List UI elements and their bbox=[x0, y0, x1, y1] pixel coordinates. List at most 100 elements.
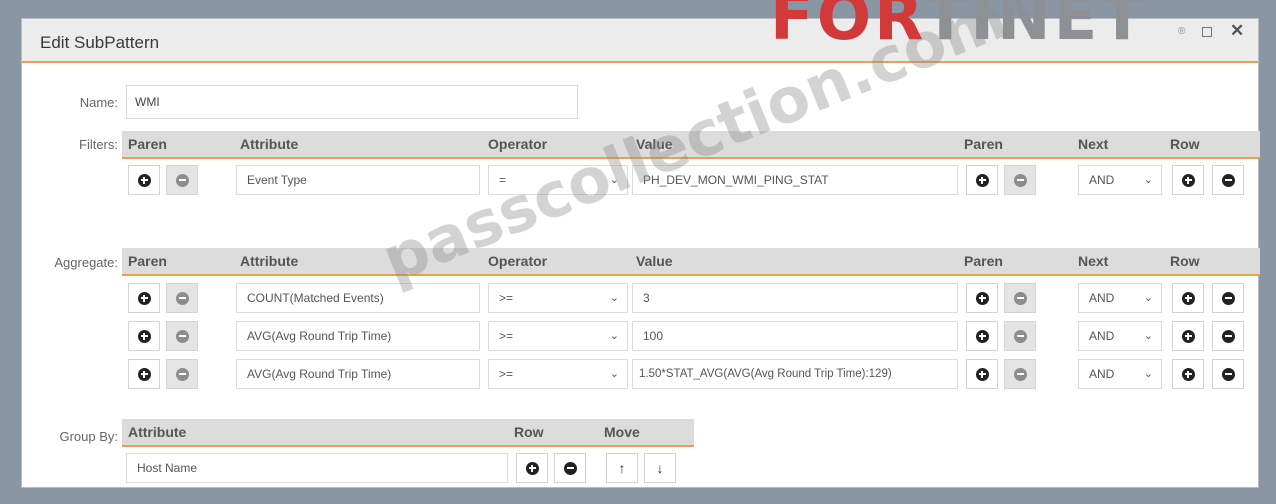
minus-icon bbox=[1221, 329, 1235, 343]
col-paren-close: Paren bbox=[964, 136, 1003, 152]
next-value: AND bbox=[1089, 173, 1115, 187]
plus-icon bbox=[1181, 367, 1195, 381]
chevron-down-icon: ⌄ bbox=[609, 330, 619, 342]
next-select[interactable]: AND ⌄ bbox=[1078, 321, 1162, 351]
restore-icon[interactable] bbox=[1202, 27, 1212, 37]
minus-icon bbox=[1013, 291, 1027, 305]
move-up-button[interactable]: ↑ bbox=[606, 453, 638, 483]
add-paren-button[interactable] bbox=[128, 359, 160, 389]
chevron-down-icon: ⌄ bbox=[1143, 330, 1153, 342]
operator-value: >= bbox=[499, 329, 514, 343]
add-paren-button[interactable] bbox=[128, 283, 160, 313]
fortinet-logo: FORTINET bbox=[770, 0, 1147, 55]
plus-icon bbox=[975, 173, 989, 187]
attribute-field[interactable]: COUNT(Matched Events) bbox=[236, 283, 480, 313]
close-icon[interactable]: ✕ bbox=[1230, 21, 1244, 41]
plus-icon bbox=[1181, 291, 1195, 305]
group-attribute-field[interactable]: Host Name bbox=[126, 453, 508, 483]
col-paren: Paren bbox=[128, 253, 167, 269]
operator-select[interactable]: >= ⌄ bbox=[488, 359, 628, 389]
add-paren-button[interactable] bbox=[128, 321, 160, 351]
next-value: AND bbox=[1089, 291, 1115, 305]
col-next: Next bbox=[1078, 253, 1109, 269]
value-field[interactable]: 1.50*STAT_AVG(AVG(Avg Round Trip Time):1… bbox=[632, 359, 958, 389]
minus-icon bbox=[1013, 367, 1027, 381]
minus-icon bbox=[1013, 173, 1027, 187]
filters-label: Filters: bbox=[79, 137, 118, 152]
add-paren-button[interactable] bbox=[128, 165, 160, 195]
remove-row-button[interactable] bbox=[554, 453, 586, 483]
minus-icon bbox=[175, 367, 189, 381]
add-close-paren-button[interactable] bbox=[966, 359, 998, 389]
aggregate-label: Aggregate: bbox=[54, 255, 118, 270]
arrow-down-icon: ↓ bbox=[656, 460, 664, 476]
minus-icon bbox=[1221, 173, 1235, 187]
col-move: Move bbox=[604, 424, 640, 440]
col-next: Next bbox=[1078, 136, 1109, 152]
add-row-button[interactable] bbox=[1172, 165, 1204, 195]
col-operator: Operator bbox=[488, 253, 548, 269]
operator-value: >= bbox=[499, 291, 514, 305]
remove-close-paren-button[interactable] bbox=[1004, 359, 1036, 389]
next-select[interactable]: AND ⌄ bbox=[1078, 165, 1162, 195]
col-paren: Paren bbox=[128, 136, 167, 152]
col-paren-close: Paren bbox=[964, 253, 1003, 269]
value-field[interactable]: PH_DEV_MON_WMI_PING_STAT bbox=[632, 165, 958, 195]
attribute-field[interactable]: AVG(Avg Round Trip Time) bbox=[236, 321, 480, 351]
minus-icon bbox=[1013, 329, 1027, 343]
remove-row-button[interactable] bbox=[1212, 165, 1244, 195]
operator-select[interactable]: >= ⌄ bbox=[488, 283, 628, 313]
chevron-down-icon: ⌄ bbox=[609, 174, 619, 186]
remove-paren-button[interactable] bbox=[166, 165, 198, 195]
next-select[interactable]: AND ⌄ bbox=[1078, 283, 1162, 313]
chevron-down-icon: ⌄ bbox=[1143, 174, 1153, 186]
add-close-paren-button[interactable] bbox=[966, 283, 998, 313]
operator-select[interactable]: >= ⌄ bbox=[488, 321, 628, 351]
col-attribute: Attribute bbox=[240, 253, 299, 269]
add-close-paren-button[interactable] bbox=[966, 321, 998, 351]
plus-icon bbox=[137, 367, 151, 381]
plus-icon bbox=[525, 461, 539, 475]
add-close-paren-button[interactable] bbox=[966, 165, 998, 195]
filters-header: Paren Attribute Operator Value Paren Nex… bbox=[122, 131, 1260, 159]
move-down-button[interactable]: ↓ bbox=[644, 453, 676, 483]
minus-icon bbox=[1221, 291, 1235, 305]
minus-icon bbox=[175, 329, 189, 343]
name-label: Name: bbox=[79, 95, 118, 110]
remove-close-paren-button[interactable] bbox=[1004, 321, 1036, 351]
add-row-button[interactable] bbox=[1172, 359, 1204, 389]
col-value: Value bbox=[636, 136, 673, 152]
col-row: Row bbox=[514, 424, 544, 440]
remove-paren-button[interactable] bbox=[166, 283, 198, 313]
add-row-button[interactable] bbox=[516, 453, 548, 483]
plus-icon bbox=[975, 367, 989, 381]
edit-subpattern-dialog: Edit SubPattern ✕ Name: WMI Filters: Par… bbox=[21, 0, 1260, 488]
remove-paren-button[interactable] bbox=[166, 359, 198, 389]
remove-paren-button[interactable] bbox=[166, 321, 198, 351]
group-by-label: Group By: bbox=[59, 429, 118, 444]
operator-select[interactable]: = ⌄ bbox=[488, 165, 628, 195]
value-field[interactable]: 100 bbox=[632, 321, 958, 351]
attribute-field[interactable]: AVG(Avg Round Trip Time) bbox=[236, 359, 480, 389]
next-select[interactable]: AND ⌄ bbox=[1078, 359, 1162, 389]
operator-value: = bbox=[499, 173, 507, 187]
plus-icon bbox=[137, 329, 151, 343]
add-row-button[interactable] bbox=[1172, 321, 1204, 351]
chevron-down-icon: ⌄ bbox=[1143, 292, 1153, 304]
remove-row-button[interactable] bbox=[1212, 359, 1244, 389]
minus-icon bbox=[1221, 367, 1235, 381]
minus-icon bbox=[175, 291, 189, 305]
remove-close-paren-button[interactable] bbox=[1004, 283, 1036, 313]
name-input[interactable]: WMI bbox=[126, 85, 578, 119]
add-row-button[interactable] bbox=[1172, 283, 1204, 313]
registered-mark: ® bbox=[1178, 26, 1186, 37]
remove-row-button[interactable] bbox=[1212, 283, 1244, 313]
chevron-down-icon: ⌄ bbox=[609, 292, 619, 304]
col-value: Value bbox=[636, 253, 673, 269]
remove-close-paren-button[interactable] bbox=[1004, 165, 1036, 195]
attribute-field[interactable]: Event Type bbox=[236, 165, 480, 195]
minus-icon bbox=[563, 461, 577, 475]
value-field[interactable]: 3 bbox=[632, 283, 958, 313]
plus-icon bbox=[137, 173, 151, 187]
remove-row-button[interactable] bbox=[1212, 321, 1244, 351]
